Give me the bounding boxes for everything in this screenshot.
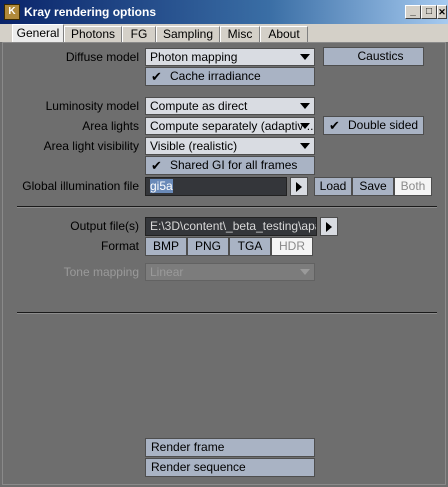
caustics-button[interactable]: Caustics xyxy=(323,47,424,66)
tab-fg[interactable]: FG xyxy=(122,26,156,42)
output-browse-button[interactable] xyxy=(320,217,338,236)
double-sided-label: Double sided xyxy=(348,118,419,132)
general-panel: Diffuse model Photon mapping Caustics ✔ … xyxy=(2,42,446,485)
format-label: Format xyxy=(100,239,139,253)
output-file-value: E:\3D\content\_beta_testing\apa xyxy=(150,219,317,233)
section-divider xyxy=(17,312,437,314)
diffuse-model-value: Photon mapping xyxy=(150,50,238,64)
area-lights-dropdown[interactable]: Compute separately (adaptiv ... xyxy=(145,117,315,135)
area-light-visibility-value: Visible (realistic) xyxy=(150,139,238,153)
kray-app-icon: K xyxy=(4,4,20,20)
format-bmp-button[interactable]: BMP xyxy=(145,237,187,256)
area-lights-value: Compute separately (adaptiv ... xyxy=(150,119,315,133)
window-title: Kray rendering options xyxy=(24,5,157,19)
gi-file-input[interactable]: gi5a xyxy=(145,177,287,196)
checkmark-icon: ✔ xyxy=(329,118,340,133)
cache-irradiance-checkbox[interactable]: ✔ Cache irradiance xyxy=(145,67,315,86)
render-frame-button[interactable]: Render frame xyxy=(145,438,315,457)
close-button[interactable]: ✕ xyxy=(437,5,447,19)
diffuse-model-label: Diffuse model xyxy=(65,50,139,64)
shared-gi-checkbox[interactable]: ✔ Shared GI for all frames xyxy=(145,156,315,175)
render-sequence-button[interactable]: Render sequence xyxy=(145,458,315,477)
save-button[interactable]: Save xyxy=(352,177,394,196)
tab-misc[interactable]: Misc xyxy=(220,26,260,42)
minimize-button[interactable]: _ xyxy=(405,5,421,19)
chevron-down-icon xyxy=(300,269,310,275)
gi-file-value: gi5a xyxy=(150,179,173,193)
cache-irradiance-label: Cache irradiance xyxy=(170,69,261,83)
diffuse-model-dropdown[interactable]: Photon mapping xyxy=(145,48,315,66)
tab-about[interactable]: About xyxy=(260,26,308,42)
format-png-button[interactable]: PNG xyxy=(187,237,229,256)
area-lights-label: Area lights xyxy=(82,119,139,133)
luminosity-model-dropdown[interactable]: Compute as direct xyxy=(145,97,315,115)
chevron-down-icon xyxy=(300,123,310,129)
output-files-label: Output file(s) xyxy=(70,219,139,233)
shared-gi-label: Shared GI for all frames xyxy=(170,158,298,172)
area-light-visibility-dropdown[interactable]: Visible (realistic) xyxy=(145,137,315,155)
checkmark-icon: ✔ xyxy=(151,69,162,84)
play-arrow-icon xyxy=(326,222,332,232)
tab-sampling[interactable]: Sampling xyxy=(156,26,220,42)
chevron-down-icon xyxy=(300,103,310,109)
tone-mapping-label: Tone mapping xyxy=(63,265,139,279)
checkmark-icon: ✔ xyxy=(151,158,162,173)
output-file-input[interactable]: E:\3D\content\_beta_testing\apa xyxy=(145,217,317,236)
section-divider xyxy=(17,206,437,208)
tab-photons[interactable]: Photons xyxy=(64,26,122,42)
tone-mapping-value: Linear xyxy=(150,265,184,279)
tab-strip: General Photons FG Sampling Misc About xyxy=(0,24,448,42)
both-button[interactable]: Both xyxy=(394,177,432,196)
chevron-down-icon xyxy=(300,143,310,149)
format-hdr-button[interactable]: HDR xyxy=(271,237,313,256)
area-light-visibility-label: Area light visibility xyxy=(43,139,139,153)
double-sided-checkbox[interactable]: ✔ Double sided xyxy=(323,116,424,135)
tab-general[interactable]: General xyxy=(12,24,64,42)
luminosity-model-value: Compute as direct xyxy=(150,99,248,113)
chevron-down-icon xyxy=(300,54,310,60)
format-tga-button[interactable]: TGA xyxy=(229,237,271,256)
load-button[interactable]: Load xyxy=(314,177,352,196)
tone-mapping-dropdown[interactable]: Linear xyxy=(145,263,315,281)
maximize-button[interactable]: □ xyxy=(421,5,437,19)
play-arrow-icon xyxy=(296,182,302,192)
gi-file-browse-button[interactable] xyxy=(290,177,308,196)
gi-file-label: Global illumination file xyxy=(22,179,139,193)
luminosity-model-label: Luminosity model xyxy=(45,99,139,113)
caustics-label: Caustics xyxy=(357,49,404,63)
title-bar[interactable]: K Kray rendering options _ □ ✕ xyxy=(0,0,448,24)
